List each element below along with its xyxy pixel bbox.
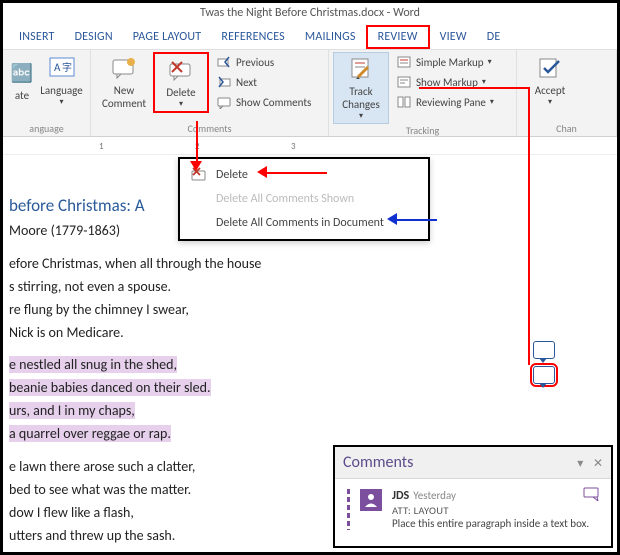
body-line: Nick is on Medicare. — [9, 324, 617, 343]
reviewing-pane-icon — [396, 94, 412, 110]
body-line-highlighted: a quarrel over reggae or rap. — [9, 425, 617, 444]
new-comment-button[interactable]: New Comment — [95, 52, 153, 112]
show-markup-icon — [396, 74, 412, 90]
horizontal-ruler[interactable]: 1 2 3 — [3, 137, 617, 155]
group-label-changes: Chan — [521, 122, 612, 136]
chevron-down-icon: ▾ — [490, 97, 494, 107]
tab-references[interactable]: REFERENCES — [211, 27, 295, 47]
comments-pane-close-icon[interactable]: ✕ — [593, 457, 603, 471]
ribbon-tabs: INSERT DESIGN PAGE LAYOUT REFERENCES MAI… — [3, 25, 617, 49]
tab-page-layout[interactable]: PAGE LAYOUT — [123, 27, 212, 47]
tab-developer-partial[interactable]: DE — [477, 27, 511, 47]
tab-insert[interactable]: INSERT — [9, 27, 65, 47]
comment-indicator-active-icon[interactable] — [533, 366, 555, 384]
group-label-language: anguage — [7, 122, 86, 136]
comment-thread-bar — [347, 489, 350, 530]
comments-pane-menu-icon[interactable]: ▾ — [577, 457, 583, 471]
comment-text: Place this entire paragraph inside a tex… — [392, 517, 589, 530]
group-label-comments: Comments — [95, 122, 324, 136]
previous-icon — [216, 54, 232, 70]
translate-button-partial[interactable]: 🔤 ate — [7, 52, 37, 109]
body-line: s stirring, not even a spouse. — [9, 278, 617, 297]
body-line-highlighted: beanie babies danced on their sled. — [9, 379, 617, 398]
comment-author: JDS — [392, 489, 409, 503]
tab-mailings[interactable]: MAILINGS — [295, 27, 366, 47]
svg-text:字: 字 — [62, 61, 72, 74]
annotation-arrow-head — [257, 166, 267, 178]
ribbon: 🔤 ate A字 Language ▾ anguage — [3, 49, 617, 137]
show-comments-icon — [216, 94, 232, 110]
track-changes-icon — [347, 55, 375, 83]
chevron-down-icon: ▾ — [482, 77, 486, 87]
previous-comment-button[interactable]: Previous — [213, 52, 314, 72]
avatar — [360, 489, 382, 511]
chevron-down-icon: ▾ — [488, 57, 492, 67]
delete-comment-icon — [167, 56, 195, 84]
annotation-line — [528, 87, 530, 365]
annotation-line — [419, 87, 529, 89]
menu-delete-all-shown: Delete All Comments Shown — [180, 187, 428, 211]
annotation-arrow-head — [387, 213, 397, 225]
show-comments-button[interactable]: Show Comments — [213, 92, 314, 112]
track-changes-button[interactable]: Track Changes ▾ — [333, 52, 389, 124]
next-icon — [216, 74, 232, 90]
menu-delete[interactable]: Delete — [180, 163, 428, 187]
tab-view[interactable]: VIEW — [430, 27, 477, 47]
window-title: Twas the Night Before Christmas.docx - W… — [3, 3, 617, 25]
annotation-arrow — [196, 121, 198, 163]
comment-timestamp: Yesterday — [413, 489, 456, 502]
new-comment-icon — [110, 54, 138, 82]
show-markup-button[interactable]: Show Markup ▾ — [393, 72, 497, 92]
comments-pane-title: Comments — [343, 453, 413, 472]
delete-dropdown-menu: Delete Delete All Comments Shown Delete … — [178, 157, 430, 241]
body-line-highlighted: e nestled all snug in the shed, — [9, 356, 617, 375]
group-label-tracking: Tracking — [333, 124, 512, 137]
markup-view-icon — [396, 54, 412, 70]
comment-content[interactable]: JDS Yesterday ATT: LAYOUT Place this enti… — [392, 489, 599, 530]
tab-review[interactable]: REVIEW — [366, 25, 430, 49]
delete-comment-button[interactable]: Delete ▾ — [153, 52, 209, 113]
svg-text:A: A — [54, 61, 61, 74]
reviewing-pane-button[interactable]: Reviewing Pane ▾ — [393, 92, 497, 112]
display-for-review-dropdown[interactable]: Simple Markup ▾ — [393, 52, 497, 72]
reply-icon[interactable] — [583, 487, 601, 501]
body-line-highlighted: urs, and I in my chaps, — [9, 402, 617, 421]
comment-indicator-icon[interactable] — [533, 341, 555, 359]
annotation-arrow-head — [190, 161, 202, 171]
accept-icon — [536, 54, 564, 82]
next-comment-button[interactable]: Next — [213, 72, 314, 92]
comment-attention: ATT: LAYOUT — [392, 504, 599, 517]
language-button[interactable]: A字 Language ▾ — [37, 52, 86, 109]
comments-pane: Comments ▾ ✕ JDS Yesterday ATT: LAYOUT Pl… — [333, 445, 613, 548]
body-line: re flung by the chimney I swear, — [9, 301, 617, 320]
translate-icon: 🔤 — [8, 59, 36, 87]
tab-design[interactable]: DESIGN — [65, 27, 123, 47]
annotation-arrow — [395, 219, 437, 221]
language-icon: A字 — [48, 54, 76, 82]
annotation-arrow — [265, 172, 327, 174]
body-line: efore Christmas, when all through the ho… — [9, 255, 617, 274]
